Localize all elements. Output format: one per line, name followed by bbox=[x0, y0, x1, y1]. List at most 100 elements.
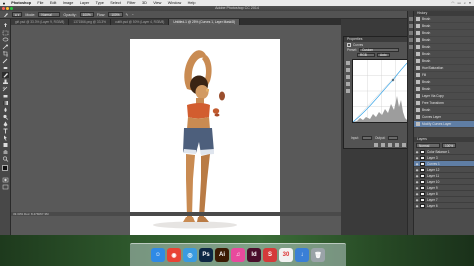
airbrush-icon[interactable]: ✎ bbox=[126, 13, 129, 17]
input-field[interactable] bbox=[361, 136, 372, 140]
close-window-button[interactable] bbox=[2, 7, 5, 11]
menu-type[interactable]: Type bbox=[92, 1, 107, 5]
hand-tool-icon[interactable] bbox=[2, 149, 9, 155]
wifi-icon[interactable]: ◠ bbox=[451, 1, 454, 5]
dock-app-itunes-icon[interactable]: ♫ bbox=[231, 248, 245, 262]
apple-icon[interactable]: ● bbox=[0, 1, 8, 6]
history-item[interactable]: Free Transform bbox=[414, 100, 474, 107]
minimize-window-button[interactable] bbox=[6, 7, 9, 11]
pressure-icon[interactable]: ◔ bbox=[132, 13, 134, 17]
eyedropper-tool-icon[interactable] bbox=[2, 58, 9, 64]
menu-photoshop[interactable]: Photoshop bbox=[8, 1, 34, 5]
pencil-icon[interactable] bbox=[346, 68, 350, 72]
blend-mode-select[interactable]: Normal bbox=[416, 143, 440, 148]
history-item[interactable]: Brush bbox=[414, 44, 474, 51]
menu-edit[interactable]: Edit bbox=[47, 1, 60, 5]
flow-field[interactable]: 100% bbox=[108, 12, 123, 17]
channel-select[interactable]: RGB bbox=[357, 53, 375, 57]
history-item[interactable]: Curves Layer bbox=[414, 114, 474, 121]
history-item[interactable]: Brush bbox=[414, 58, 474, 65]
marquee-tool-icon[interactable] bbox=[2, 30, 9, 36]
white-point-eyedropper-icon[interactable] bbox=[346, 89, 350, 93]
tools-panel bbox=[0, 19, 11, 235]
menu-select[interactable]: Select bbox=[107, 1, 124, 5]
dock-app-calendar-icon[interactable]: 30 bbox=[279, 248, 293, 262]
menu-window[interactable]: Window bbox=[165, 1, 185, 5]
menu-image[interactable]: Image bbox=[60, 1, 77, 5]
pen-tool-icon[interactable] bbox=[2, 121, 9, 127]
healing-tool-icon[interactable] bbox=[2, 65, 9, 71]
reset-icon[interactable] bbox=[388, 143, 392, 147]
dock-app-photoshop-icon[interactable]: Ps bbox=[199, 248, 213, 262]
blur-tool-icon[interactable] bbox=[2, 107, 9, 113]
history-item[interactable]: Brush bbox=[414, 37, 474, 44]
quick-select-tool-icon[interactable] bbox=[2, 44, 9, 50]
mode-select[interactable]: Normal bbox=[38, 12, 61, 17]
menu-file[interactable]: File bbox=[34, 1, 47, 5]
layer-opacity-field[interactable]: 100% bbox=[442, 143, 456, 148]
output-field[interactable] bbox=[388, 136, 399, 140]
menu-help[interactable]: Help bbox=[184, 1, 198, 5]
menu-3d[interactable]: 3D bbox=[139, 1, 150, 5]
dock-app-trash-icon[interactable]: 🗑 bbox=[311, 248, 325, 262]
brush-size-picker[interactable]: ● ▾ bbox=[12, 12, 23, 17]
zoom-window-button[interactable] bbox=[10, 7, 13, 11]
auto-button[interactable]: Auto bbox=[377, 53, 390, 57]
history-item[interactable]: Hue/Saturation bbox=[414, 65, 474, 72]
dock-app-downloads-icon[interactable]: ↓ bbox=[295, 248, 309, 262]
document-canvas[interactable] bbox=[130, 39, 280, 235]
zoom-tool-icon[interactable] bbox=[2, 156, 9, 162]
visibility-icon[interactable] bbox=[395, 143, 399, 147]
move-tool-icon[interactable] bbox=[2, 23, 9, 29]
history-item[interactable]: Brush bbox=[414, 16, 474, 23]
screen-mode-icon[interactable] bbox=[2, 184, 9, 190]
gradient-tool-icon[interactable] bbox=[2, 100, 9, 106]
history-item[interactable]: Brush bbox=[414, 23, 474, 30]
history-item[interactable]: Brush bbox=[414, 30, 474, 37]
gray-point-eyedropper-icon[interactable] bbox=[346, 82, 350, 86]
preset-select[interactable]: Custom bbox=[359, 48, 400, 52]
dock-app-finder-icon[interactable]: ☺ bbox=[151, 248, 165, 262]
menu-layer[interactable]: Layer bbox=[77, 1, 93, 5]
trash-icon[interactable] bbox=[402, 143, 406, 147]
dock-app-illustrator-icon[interactable]: Ai bbox=[215, 248, 229, 262]
right-panel-dock: History Brush Brush Brush Brush Brush Brush Br… bbox=[413, 11, 474, 235]
dodge-tool-icon[interactable] bbox=[2, 114, 9, 120]
dock-app-safari-icon[interactable]: ◎ bbox=[183, 248, 197, 262]
history-item[interactable]: Modify Curves Layer bbox=[414, 121, 474, 128]
layer-row[interactable]: ◉ Layer 6 bbox=[414, 203, 474, 209]
history-item[interactable]: Layer Via Copy bbox=[414, 93, 474, 100]
notification-icon[interactable]: ≡ bbox=[469, 1, 471, 5]
clip-to-layer-icon[interactable] bbox=[374, 143, 378, 147]
history-item[interactable]: Brush bbox=[414, 107, 474, 114]
eraser-tool-icon[interactable] bbox=[2, 93, 9, 99]
path-select-tool-icon[interactable] bbox=[2, 135, 9, 141]
brush-tool-icon[interactable] bbox=[3, 12, 9, 18]
dock-app-sketch-icon[interactable]: S bbox=[263, 248, 277, 262]
dock-app-indesign-icon[interactable]: Id bbox=[247, 248, 261, 262]
history-item[interactable]: Brush bbox=[414, 86, 474, 93]
foreground-color-swatch[interactable] bbox=[2, 165, 8, 171]
lasso-tool-icon[interactable] bbox=[2, 37, 9, 43]
stamp-tool-icon[interactable] bbox=[2, 79, 9, 85]
menu-view[interactable]: View bbox=[150, 1, 165, 5]
curves-graph[interactable] bbox=[352, 59, 411, 123]
history-item[interactable]: Brush bbox=[414, 79, 474, 86]
shape-tool-icon[interactable] bbox=[2, 142, 9, 148]
history-brush-tool-icon[interactable] bbox=[2, 86, 9, 92]
black-point-eyedropper-icon[interactable] bbox=[346, 75, 350, 79]
opacity-field[interactable]: 100% bbox=[79, 12, 94, 17]
history-item[interactable]: Fill bbox=[414, 72, 474, 79]
curve-edit-icon[interactable] bbox=[346, 61, 350, 65]
brush-tool-icon[interactable] bbox=[2, 72, 9, 78]
type-tool-icon[interactable] bbox=[2, 128, 9, 134]
menu-filter[interactable]: Filter bbox=[124, 1, 139, 5]
battery-icon[interactable]: ▭ bbox=[457, 1, 460, 5]
view-previous-icon[interactable] bbox=[381, 143, 385, 147]
crop-tool-icon[interactable] bbox=[2, 51, 9, 57]
spotlight-icon[interactable]: ⌕ bbox=[464, 1, 466, 5]
dock-app-chrome-icon[interactable]: ◉ bbox=[167, 248, 181, 262]
quick-mask-icon[interactable] bbox=[2, 177, 9, 183]
properties-panel-title[interactable]: Properties bbox=[344, 37, 412, 42]
history-item[interactable]: Brush bbox=[414, 51, 474, 58]
